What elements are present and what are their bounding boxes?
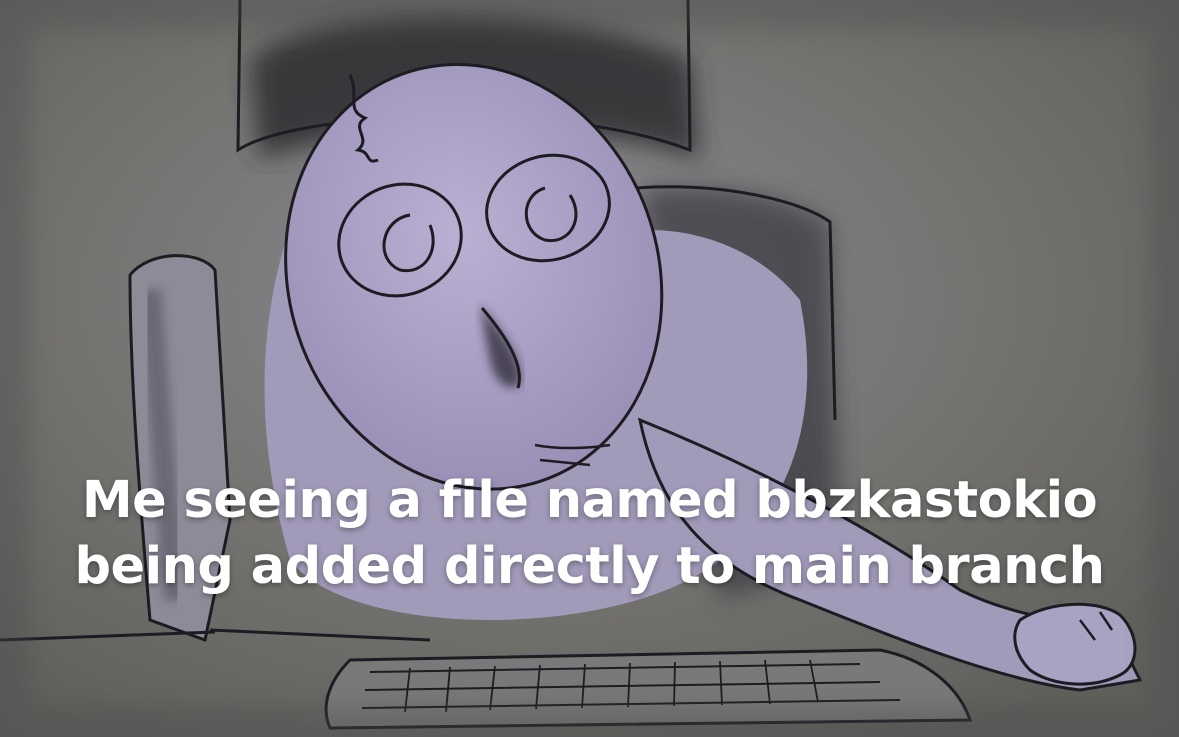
meme-caption: Me seeing a file named bbzkastokio being… bbox=[0, 468, 1179, 600]
caption-line-1: Me seeing a file named bbzkastokio bbox=[81, 471, 1098, 530]
sketch-illustration bbox=[0, 0, 1179, 737]
caption-line-2: being added directly to main branch bbox=[74, 537, 1105, 596]
meme-image: Me seeing a file named bbzkastokio being… bbox=[0, 0, 1179, 737]
hand bbox=[1013, 602, 1137, 686]
